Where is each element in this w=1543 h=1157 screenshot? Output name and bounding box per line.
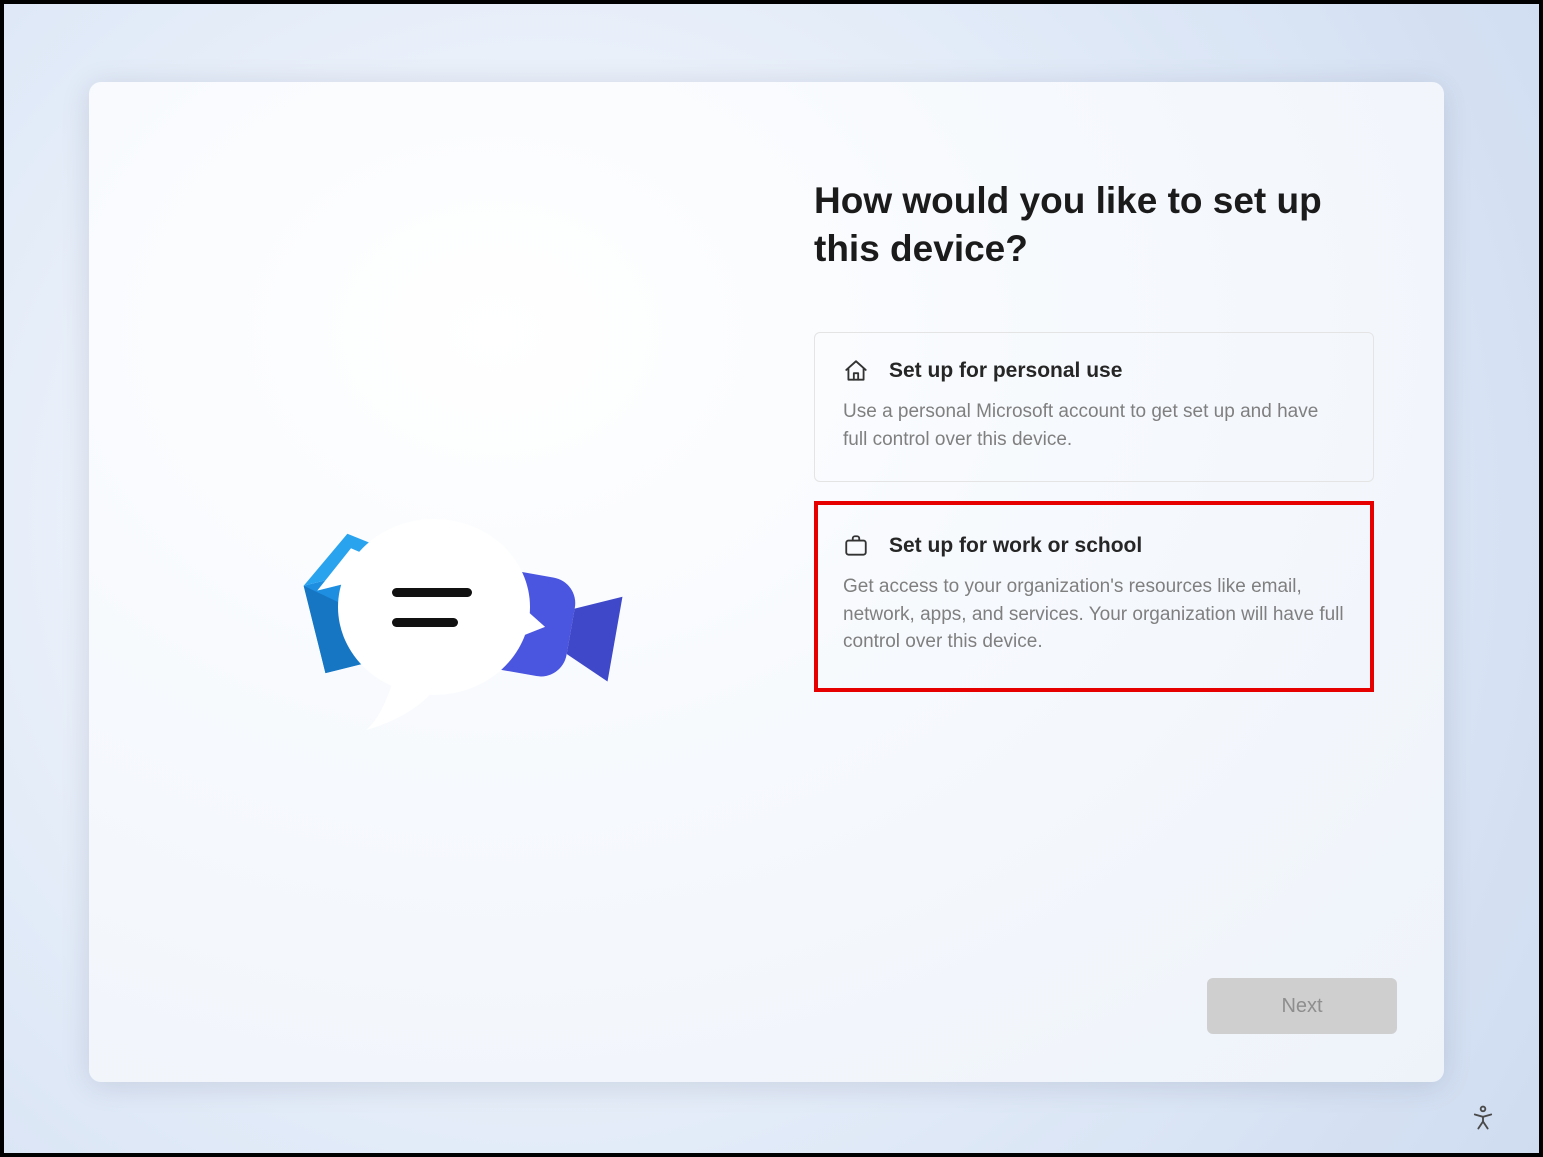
oobe-background: How would you like to set up this device… <box>4 4 1539 1153</box>
oobe-card: How would you like to set up this device… <box>89 82 1444 1082</box>
home-icon <box>843 358 869 384</box>
next-button[interactable]: Next <box>1207 978 1397 1034</box>
option-personal-head: Set up for personal use <box>843 358 1345 384</box>
options-container: Set up for personal use Use a personal M… <box>814 332 1374 711</box>
option-personal-desc: Use a personal Microsoft account to get … <box>843 398 1345 453</box>
option-work-school-title: Set up for work or school <box>889 534 1142 558</box>
option-work-school-head: Set up for work or school <box>843 533 1345 559</box>
setup-illustration <box>224 492 674 792</box>
option-work-school-desc: Get access to your organization's resour… <box>843 573 1345 656</box>
briefcase-icon <box>843 533 869 559</box>
accessibility-icon <box>1469 1104 1497 1135</box>
option-personal[interactable]: Set up for personal use Use a personal M… <box>814 332 1374 482</box>
page-title: How would you like to set up this device… <box>814 177 1374 273</box>
option-work-school[interactable]: Set up for work or school Get access to … <box>814 501 1374 692</box>
accessibility-button[interactable] <box>1463 1099 1503 1139</box>
option-personal-title: Set up for personal use <box>889 359 1122 383</box>
